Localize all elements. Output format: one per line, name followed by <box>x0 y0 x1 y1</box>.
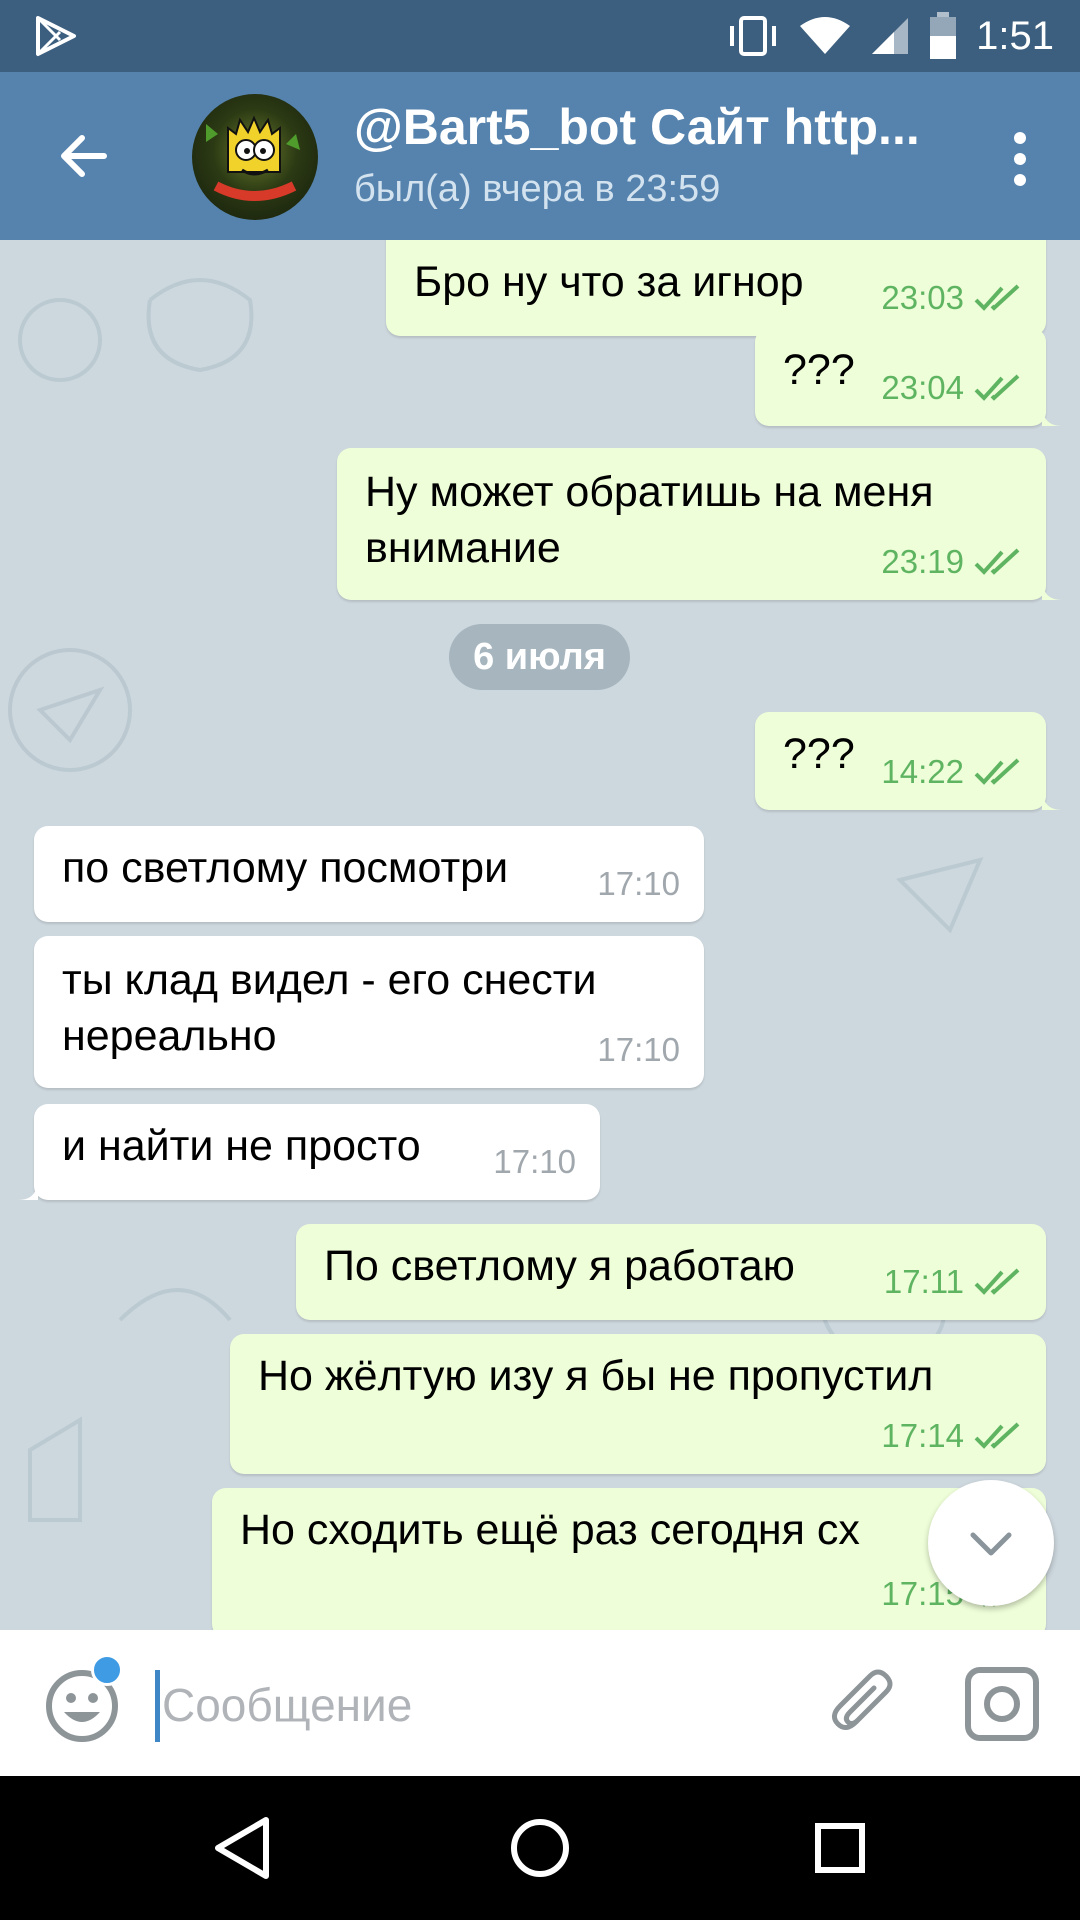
double-check-icon <box>974 548 1020 575</box>
back-arrow-icon[interactable] <box>50 122 118 190</box>
chat-title[interactable]: @Bart5_bot Сайт http... <box>354 98 920 156</box>
message-input[interactable] <box>160 1664 784 1746</box>
message-time: 17:10 <box>493 1143 576 1180</box>
message-outgoing[interactable]: Ну может обратишь на меня внимание 23:19 <box>337 448 1062 600</box>
double-check-icon <box>974 758 1020 785</box>
message-meta: 23:19 <box>881 534 1022 590</box>
message-meta: 23:03 <box>881 270 1022 326</box>
message-input-bar <box>0 1630 1080 1776</box>
bubble-tail <box>18 1178 38 1200</box>
nav-back-icon[interactable] <box>208 1812 276 1884</box>
scroll-down-button[interactable] <box>928 1480 1054 1606</box>
message-meta: 23:04 <box>881 360 1022 416</box>
message-outgoing[interactable]: ??? 14:22 <box>755 712 1062 810</box>
bubble-tail <box>1042 788 1062 810</box>
message-text-line-1: Ну может обратишь на меня <box>365 468 934 516</box>
play-store-icon <box>36 16 76 56</box>
navigation-bar <box>0 1776 1080 1920</box>
bubble-tail <box>1042 404 1062 426</box>
message-time: 17:10 <box>597 1031 680 1068</box>
signal-icon <box>872 18 909 54</box>
message-meta: 14:22 <box>881 744 1022 800</box>
wifi-icon <box>800 17 851 54</box>
message-meta: 17:14 <box>881 1408 1022 1464</box>
vibrate-icon <box>730 16 777 56</box>
message-meta: 17:10 <box>493 1134 576 1190</box>
double-check-icon <box>974 284 1020 311</box>
message-time: 17:14 <box>881 1417 964 1454</box>
message-time: 17:11 <box>883 1263 964 1300</box>
message-text: и найти не просто <box>62 1122 421 1170</box>
status-time: 1:51 <box>976 13 1054 58</box>
chat-header: @Bart5_bot Сайт http... был(а) вчера в 2… <box>0 72 1080 240</box>
instagram-camera-icon[interactable] <box>964 1666 1040 1742</box>
message-time: 23:19 <box>881 543 964 580</box>
message-incoming[interactable]: ты клад видел - его снести нереально 17:… <box>34 936 704 1088</box>
double-check-icon <box>974 1268 1020 1295</box>
last-seen-status: был(а) вчера в 23:59 <box>354 168 721 210</box>
message-text-line-2: внимание <box>365 524 561 572</box>
paperclip-icon[interactable] <box>826 1666 902 1742</box>
message-text: По светлому я работаю <box>324 1242 795 1290</box>
date-separator: 6 июля <box>449 624 630 690</box>
message-meta: 17:10 <box>597 856 680 912</box>
notification-dot <box>91 1654 123 1686</box>
message-time: 17:10 <box>597 865 680 902</box>
double-check-icon <box>974 374 1020 401</box>
message-text: ??? <box>783 346 855 394</box>
message-text: ??? <box>783 730 855 778</box>
message-text-line-1: ты клад видел - его снести <box>62 956 597 1004</box>
chat-area[interactable]: Бро ну что за игнор 23:03 ??? 23:04 Ну м… <box>0 240 1080 1630</box>
message-meta: 17:11 <box>884 1254 1022 1310</box>
battery-icon <box>930 12 957 59</box>
message-incoming[interactable]: по светлому посмотри 17:10 <box>34 826 704 922</box>
double-check-icon <box>974 1422 1020 1449</box>
message-outgoing[interactable]: Но жёлтую изу я бы не пропустил 17:14 <box>230 1334 1046 1474</box>
message-text: по светлому посмотри <box>62 844 509 892</box>
nav-recent-apps-icon[interactable] <box>812 1814 868 1882</box>
message-time: 23:04 <box>881 369 964 406</box>
message-outgoing[interactable]: По светлому я работаю 17:11 <box>296 1224 1046 1320</box>
avatar[interactable] <box>192 94 318 220</box>
nav-home-icon[interactable] <box>508 1812 572 1884</box>
message-outgoing[interactable]: ??? 23:04 <box>755 328 1062 426</box>
message-text: Но сходить ещё раз сегодня сх <box>240 1506 860 1554</box>
chevron-down-icon <box>970 1532 1012 1556</box>
message-outgoing[interactable]: Но сходить ещё раз сегодня сх 17:15 <box>212 1488 1046 1630</box>
message-incoming[interactable]: и найти не просто 17:10 <box>18 1104 600 1200</box>
message-meta: 17:10 <box>597 1022 680 1078</box>
message-time: 23:03 <box>881 279 964 316</box>
status-bar: 1:51 <box>0 0 1080 72</box>
message-text: Но жёлтую изу я бы не пропустил <box>258 1352 934 1400</box>
bart-shop-logo-icon <box>206 115 300 201</box>
bubble-tail <box>1042 578 1062 600</box>
message-time: 14:22 <box>881 753 964 790</box>
message-text: Бро ну что за игнор <box>414 258 804 306</box>
message-outgoing[interactable]: Бро ну что за игнор 23:03 <box>386 240 1046 336</box>
more-vertical-icon[interactable] <box>1000 124 1040 194</box>
message-text-line-2: нереально <box>62 1012 277 1060</box>
